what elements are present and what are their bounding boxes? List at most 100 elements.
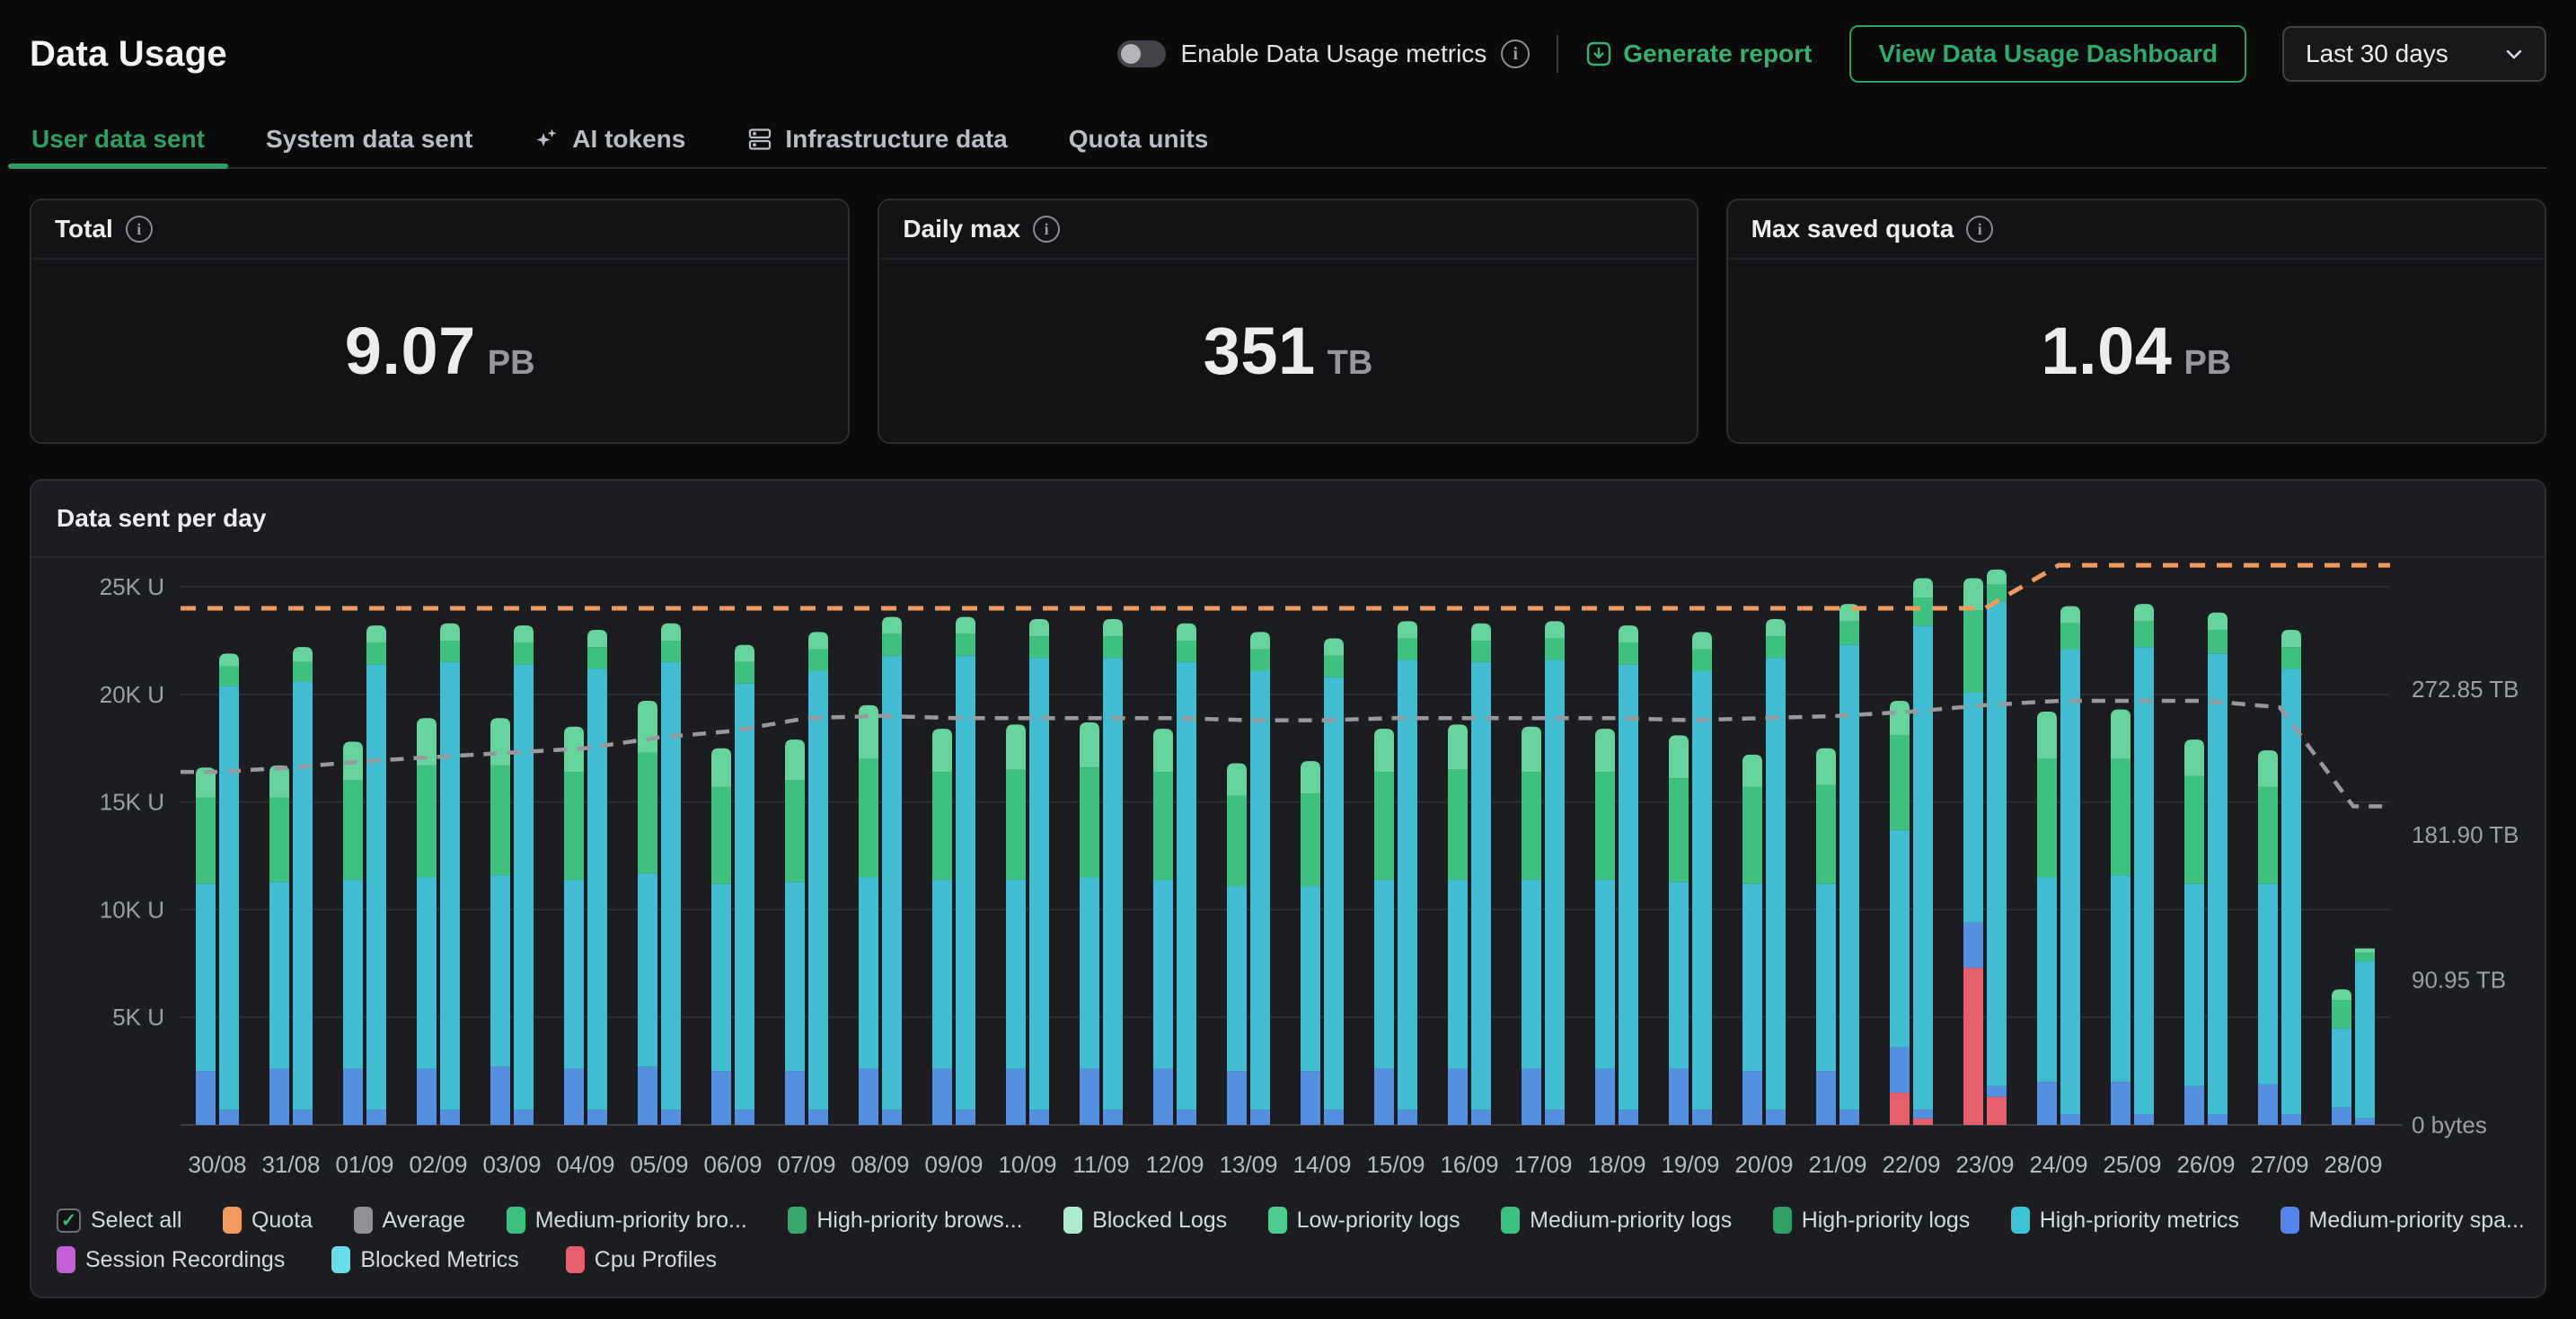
svg-text:02/09: 02/09 — [409, 1151, 467, 1178]
svg-text:03/09: 03/09 — [482, 1151, 541, 1178]
legend-row-2: Session Recordings Blocked Metrics Cpu Pro… — [57, 1246, 2525, 1273]
chart-legend: ✓Select all Quota Average Medium-priority b… — [57, 1207, 2525, 1273]
divider — [1557, 35, 1558, 73]
legend-item-medium-priority-bro[interactable]: Medium-priority bro... — [507, 1207, 747, 1234]
info-icon[interactable]: i — [1033, 216, 1060, 243]
svg-text:27/09: 27/09 — [2250, 1151, 2308, 1178]
svg-text:181.90 TB: 181.90 TB — [2412, 821, 2519, 848]
legend-item-blocked-metrics[interactable]: Blocked Metrics — [331, 1246, 518, 1273]
svg-text:06/09: 06/09 — [703, 1151, 762, 1178]
tab-infrastructure-data[interactable]: Infrastructure data — [745, 111, 1009, 167]
tab-quota-units[interactable]: Quota units — [1067, 111, 1211, 167]
svg-text:09/09: 09/09 — [924, 1151, 983, 1178]
legend-item-cpu-profiles[interactable]: Cpu Profiles — [566, 1246, 717, 1273]
legend-swatch — [1773, 1207, 1792, 1234]
svg-text:5K U: 5K U — [112, 1004, 164, 1031]
legend-swatch — [788, 1207, 807, 1234]
legend-swatch — [331, 1246, 350, 1273]
legend-item-low-priority-logs[interactable]: Low-priority logs — [1268, 1207, 1460, 1234]
svg-text:20/09: 20/09 — [1734, 1151, 1793, 1178]
svg-text:01/09: 01/09 — [335, 1151, 393, 1178]
svg-text:23/09: 23/09 — [1955, 1151, 2014, 1178]
svg-text:10/09: 10/09 — [998, 1151, 1056, 1178]
generate-report-button[interactable]: Generate report — [1585, 40, 1812, 68]
legend-item-high-priority-logs[interactable]: High-priority logs — [1773, 1207, 1971, 1234]
info-icon[interactable]: i — [126, 216, 153, 243]
data-sent-chart: 25K U20K U15K U10K U5K U272.85 TB181.90 … — [31, 558, 2546, 1192]
select-all-checkbox[interactable]: ✓ — [57, 1208, 81, 1233]
legend-swatch — [223, 1207, 242, 1234]
svg-text:272.85 TB: 272.85 TB — [2412, 676, 2519, 703]
svg-text:28/09: 28/09 — [2324, 1151, 2382, 1178]
svg-text:11/09: 11/09 — [1072, 1151, 1129, 1178]
svg-text:15K U: 15K U — [100, 789, 164, 816]
tab-system-data-sent[interactable]: System data sent — [264, 111, 474, 167]
data-usage-page: Data Usage Enable Data Usage metrics i G… — [0, 0, 2576, 1319]
card-label: Max saved quota — [1751, 215, 1954, 243]
legend-swatch — [2280, 1207, 2299, 1234]
top-bar: Data Usage Enable Data Usage metrics i G… — [30, 22, 2546, 86]
metric-value: 9.07 PB — [345, 313, 535, 389]
legend-item-quota[interactable]: Quota — [223, 1207, 313, 1234]
legend-swatch — [1268, 1207, 1287, 1234]
date-range-value: Last 30 days — [2306, 40, 2448, 68]
svg-text:18/09: 18/09 — [1587, 1151, 1645, 1178]
view-dashboard-button[interactable]: View Data Usage Dashboard — [1849, 25, 2246, 83]
svg-text:0 bytes: 0 bytes — [2412, 1111, 2487, 1138]
info-icon[interactable]: i — [1501, 40, 1530, 68]
legend-item-blocked-logs[interactable]: Blocked Logs — [1063, 1207, 1227, 1234]
legend-item-high-priority-metrics[interactable]: High-priority metrics — [2011, 1207, 2239, 1234]
tab-ai-tokens[interactable]: AI tokens — [532, 111, 687, 167]
svg-text:15/09: 15/09 — [1366, 1151, 1425, 1178]
metric-cards: Total i 9.07 PB Daily max i 351 TB — [30, 199, 2546, 444]
svg-text:12/09: 12/09 — [1145, 1151, 1204, 1178]
legend-swatch — [2011, 1207, 2030, 1234]
metric-value: 351 TB — [1204, 313, 1373, 389]
card-total: Total i 9.07 PB — [30, 199, 850, 444]
legend-row-1: ✓Select all Quota Average Medium-priority b… — [57, 1207, 2525, 1234]
legend-item-high-priority-brows[interactable]: High-priority brows... — [788, 1207, 1022, 1234]
date-range-select[interactable]: Last 30 days — [2282, 26, 2546, 82]
svg-text:30/08: 30/08 — [188, 1151, 246, 1178]
card-max-saved-quota: Max saved quota i 1.04 PB — [1726, 199, 2546, 444]
page-title: Data Usage — [30, 34, 227, 75]
tab-bar: User data sent System data sent AI token… — [30, 111, 2546, 169]
svg-text:24/09: 24/09 — [2029, 1151, 2087, 1178]
svg-text:07/09: 07/09 — [777, 1151, 835, 1178]
legend-swatch — [507, 1207, 525, 1234]
card-daily-max: Daily max i 351 TB — [878, 199, 1698, 444]
legend-item-session-recordings[interactable]: Session Recordings — [57, 1246, 285, 1273]
chevron-down-icon — [2501, 41, 2527, 66]
server-icon — [746, 126, 773, 153]
svg-text:14/09: 14/09 — [1292, 1151, 1351, 1178]
metric-value: 1.04 PB — [2041, 313, 2231, 389]
legend-swatch — [57, 1246, 75, 1273]
chart-body: 25K U20K U15K U10K U5K U272.85 TB181.90 … — [31, 558, 2545, 1298]
svg-text:10K U: 10K U — [100, 896, 164, 923]
tab-user-data-sent[interactable]: User data sent — [30, 111, 207, 167]
svg-text:22/09: 22/09 — [1882, 1151, 1940, 1178]
svg-text:25K U: 25K U — [100, 573, 164, 600]
legend-item-medium-priority-logs[interactable]: Medium-priority logs — [1501, 1207, 1732, 1234]
svg-text:08/09: 08/09 — [851, 1151, 909, 1178]
svg-text:21/09: 21/09 — [1808, 1151, 1866, 1178]
legend-swatch — [1501, 1207, 1520, 1234]
legend-select-all[interactable]: ✓Select all — [57, 1208, 181, 1234]
svg-text:13/09: 13/09 — [1219, 1151, 1277, 1178]
enable-metrics-label: Enable Data Usage metrics — [1180, 40, 1486, 68]
svg-text:16/09: 16/09 — [1440, 1151, 1498, 1178]
svg-text:04/09: 04/09 — [556, 1151, 614, 1178]
header-controls: Enable Data Usage metrics i Generate rep… — [1117, 25, 2546, 83]
svg-text:26/09: 26/09 — [2176, 1151, 2235, 1178]
svg-text:31/08: 31/08 — [261, 1151, 320, 1178]
svg-text:17/09: 17/09 — [1513, 1151, 1572, 1178]
enable-metrics-toggle[interactable] — [1117, 40, 1166, 67]
legend-item-medium-priority-spa[interactable]: Medium-priority spa... — [2280, 1207, 2525, 1234]
toggle-knob — [1121, 44, 1141, 64]
svg-text:25/09: 25/09 — [2103, 1151, 2161, 1178]
info-icon[interactable]: i — [1966, 216, 1993, 243]
legend-item-average[interactable]: Average — [354, 1207, 466, 1234]
svg-text:05/09: 05/09 — [630, 1151, 688, 1178]
download-report-icon — [1585, 40, 1612, 67]
chart-title: Data sent per day — [31, 481, 2545, 558]
